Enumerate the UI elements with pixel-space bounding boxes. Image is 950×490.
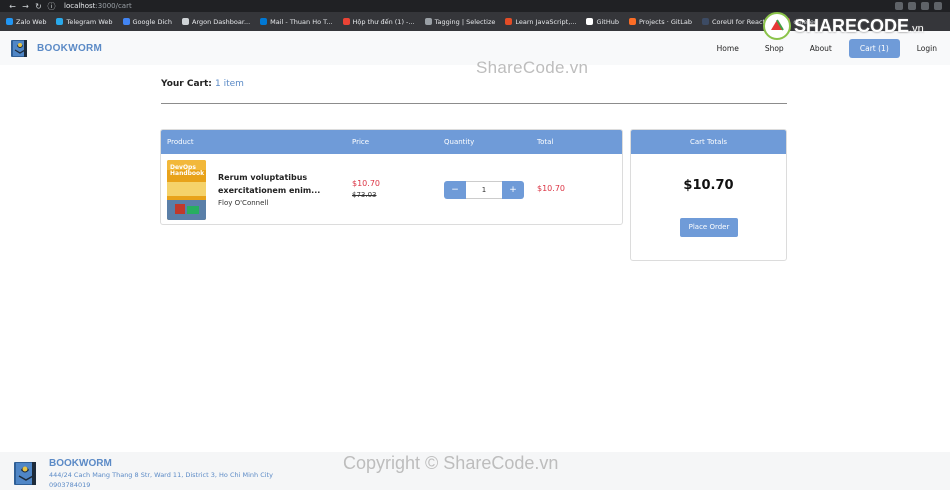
forward-icon[interactable]: → [19, 2, 32, 11]
footer-phone: 0903784019 [49, 481, 91, 489]
book-logo-icon [14, 462, 36, 485]
column-price: Price [352, 138, 370, 146]
bookmark-label: Zalo Web [16, 17, 47, 26]
nav-shop[interactable]: Shop [752, 44, 797, 53]
bookmark-item[interactable]: Projects · GitLab [629, 18, 692, 26]
item-original-price: $73.03 [352, 191, 377, 199]
quantity-stepper: − 1 + [444, 181, 524, 199]
nav-home[interactable]: Home [704, 44, 752, 53]
increase-quantity-button[interactable]: + [502, 181, 524, 199]
footer-brand: BOOKWORM [49, 458, 112, 469]
bookmark-label: Hộp thư đến (1) -... [352, 17, 415, 26]
cart-item-count: 1 item [215, 79, 244, 89]
browser-toolbar: ← → ↻ ⓘ localhost:3000/cart [0, 0, 950, 12]
info-icon[interactable]: ⓘ [45, 1, 58, 12]
footer-address: 444/24 Cach Mang Thang 8 Str, Ward 11, D… [49, 471, 273, 479]
bookmark-item[interactable]: Google Dich [122, 17, 173, 26]
bookmark-favicon-icon [586, 18, 594, 25]
back-icon[interactable]: ← [6, 2, 19, 11]
nav-cart-button[interactable]: Cart (1) [848, 38, 900, 58]
bookmark-item[interactable]: Hộp thư đến (1) -... [342, 17, 415, 26]
extension-icon[interactable] [921, 2, 929, 10]
cart-item-row: DevOps Handbook Rerum voluptatibus exerc… [161, 154, 622, 224]
watermark-copyright: Copyright © ShareCode.vn [343, 453, 559, 473]
quantity-input[interactable]: 1 [466, 181, 502, 199]
bookmark-favicon-icon [182, 18, 189, 25]
url-path: :3000/cart [95, 2, 132, 10]
sharecode-logo-icon [763, 12, 791, 40]
bookmark-label: Telegram Web [66, 17, 113, 26]
cart-heading: Your Cart: 1 item [161, 79, 244, 89]
book-cover-image[interactable]: DevOps Handbook [167, 160, 206, 220]
bookmark-item[interactable]: Learn JavaScript,... [505, 18, 576, 26]
address-bar[interactable]: localhost:3000/cart [64, 2, 132, 10]
extension-icon[interactable] [895, 2, 903, 10]
extensions-area [895, 2, 942, 10]
item-line-total: $10.70 [537, 184, 565, 193]
heading-divider [161, 103, 787, 104]
bookmark-favicon-icon [629, 18, 636, 25]
item-author: Floy O'Connell [218, 199, 269, 207]
watermark-center: ShareCode.vn [476, 58, 589, 77]
bookmark-label: Tagging | Selectize [434, 17, 496, 26]
watermark-logo: SHARECODE.vn [763, 12, 924, 40]
cart-heading-label: Your Cart: [161, 79, 212, 89]
bookmark-item[interactable]: Zalo Web [6, 18, 46, 26]
cart-table-header: Product Price Quantity Total [161, 130, 622, 154]
extension-icon[interactable] [908, 2, 916, 10]
bookmark-favicon-icon [505, 18, 513, 25]
item-title[interactable]: Rerum voluptatibus exercitationem enim..… [218, 171, 328, 197]
book-logo-icon [11, 40, 27, 57]
cart-totals-heading: Cart Totals [631, 130, 786, 154]
cart-totals-amount: $10.70 [683, 178, 734, 193]
column-quantity: Quantity [444, 138, 475, 146]
reload-icon[interactable]: ↻ [32, 2, 45, 11]
bookmark-item[interactable]: GitHub [586, 18, 619, 26]
bookmark-label: Mail - Thuan Ho T... [270, 17, 333, 26]
column-total: Total [537, 138, 554, 146]
bookmark-label: Google Dich [132, 17, 173, 26]
cart-table: Product Price Quantity Total DevOps Hand… [160, 129, 623, 225]
bookmark-item[interactable]: Tagging | Selectize [424, 17, 496, 26]
bookmark-favicon-icon [122, 18, 130, 25]
bookmark-label: Learn JavaScript,... [515, 17, 577, 26]
bookmark-item[interactable]: Mail - Thuan Ho T... [260, 17, 333, 26]
decrease-quantity-button[interactable]: − [444, 181, 466, 199]
bookmark-favicon-icon [6, 18, 13, 25]
column-product: Product [167, 138, 194, 146]
cover-title: DevOps Handbook [170, 164, 205, 177]
bookmark-item[interactable]: Argon Dashboar... [182, 18, 250, 26]
brand-name: BOOKWORM [37, 42, 103, 54]
bookmark-favicon-icon [260, 18, 268, 25]
brand-link[interactable]: BOOKWORM [9, 37, 102, 59]
bookmark-favicon-icon [56, 18, 64, 25]
bookmark-label: Argon Dashboar... [192, 17, 251, 26]
item-price: $10.70 [352, 179, 380, 188]
extension-icon[interactable] [934, 2, 942, 10]
bookmark-label: Projects · GitLab [639, 17, 692, 26]
nav-about[interactable]: About [797, 44, 845, 53]
bookmark-favicon-icon [701, 18, 709, 25]
watermark-logo-main: SHARECODE [794, 15, 910, 36]
watermark-logo-text: SHARECODE.vn [794, 16, 924, 37]
bookmark-favicon-icon [342, 18, 350, 25]
place-order-button[interactable]: Place Order [680, 218, 738, 237]
bookmark-item[interactable]: Telegram Web [56, 17, 113, 26]
watermark-logo-suffix: .vn [909, 22, 924, 35]
cart-totals-panel: Cart Totals $10.70 Place Order [630, 129, 787, 261]
bookmark-label: GitHub [596, 17, 619, 26]
url-host: localhost [64, 2, 96, 10]
nav-login[interactable]: Login [904, 44, 950, 53]
bookmark-favicon-icon [424, 18, 432, 25]
